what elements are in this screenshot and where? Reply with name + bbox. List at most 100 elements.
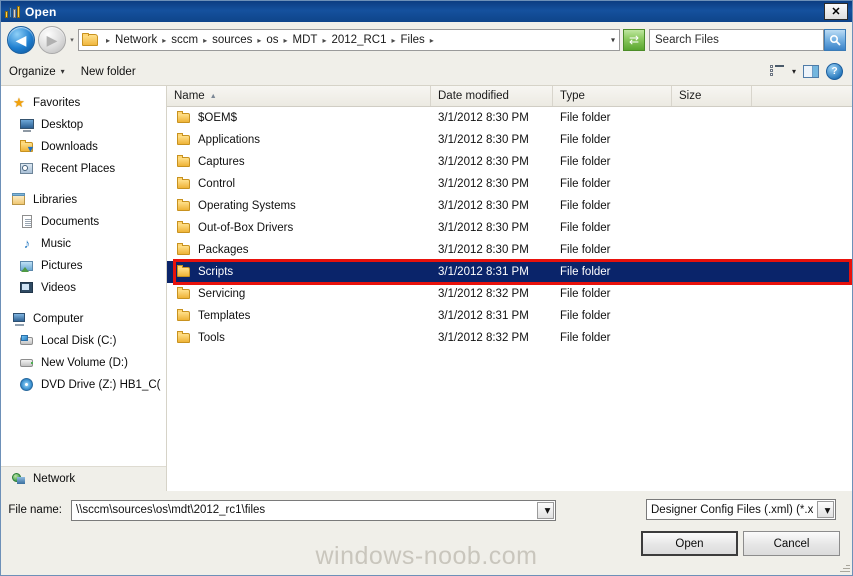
desktop-icon [19, 118, 35, 132]
forward-button[interactable]: ▶ [38, 26, 66, 54]
table-row[interactable]: Out-of-Box Drivers 3/1/2012 8:30 PM File f… [167, 217, 852, 239]
file-name-value: \\sccm\sources\os\mdt\2012_rc1\files [76, 504, 266, 516]
sidebar-item-downloads[interactable]: ▼ Downloads [1, 136, 166, 158]
cell-type: File folder [560, 222, 611, 234]
music-icon: ♪ [23, 236, 31, 251]
sidebar-item-recent-places[interactable]: Recent Places [1, 158, 166, 180]
breadcrumb-separator: ▸ [391, 35, 396, 45]
column-header-size[interactable]: Size [672, 86, 752, 106]
back-arrow-icon: ◀ [15, 32, 27, 48]
organize-button[interactable]: Organize ▾ [1, 66, 73, 78]
cell-name: Out-of-Box Drivers [167, 221, 431, 235]
cell-type: File folder [560, 310, 611, 322]
column-header-spacer [752, 86, 852, 106]
refresh-button[interactable]: ⇄ [623, 29, 645, 51]
breadcrumb-dropdown-icon[interactable]: ▾ [611, 36, 615, 45]
table-row[interactable]: Servicing 3/1/2012 8:32 PM File folder [167, 283, 852, 305]
view-list-icon[interactable] [769, 65, 785, 78]
file-type-dropdown-button[interactable]: ▾ [817, 501, 834, 518]
breadcrumb[interactable]: ▸ Network ▸ sccm ▸ sources ▸ os ▸ MDT ▸ … [78, 29, 620, 51]
breadcrumb-item-network[interactable]: Network [113, 34, 159, 46]
sidebar-network-section: Network [1, 466, 166, 491]
table-row[interactable]: Packages 3/1/2012 8:30 PM File folder [167, 239, 852, 261]
table-row[interactable]: Operating Systems 3/1/2012 8:30 PM File fo… [167, 195, 852, 217]
column-headers: Name ▲ Date modified Type Size [167, 86, 852, 107]
breadcrumb-item-sccm[interactable]: sccm [169, 34, 200, 46]
file-name-dropdown-button[interactable]: ▾ [537, 501, 554, 519]
help-icon[interactable]: ? [826, 63, 843, 80]
cell-type: File folder [560, 134, 611, 146]
cell-name: Servicing [167, 287, 431, 301]
back-button[interactable]: ◀ [7, 26, 35, 54]
file-rows: $OEM$ 3/1/2012 8:30 PM File folder Applicat… [167, 107, 852, 349]
file-name-text: $OEM$ [198, 112, 237, 124]
sidebar-label: Libraries [33, 194, 78, 206]
sidebar-item-pictures[interactable]: Pictures [1, 255, 166, 277]
folder-icon [176, 309, 192, 323]
table-row[interactable]: Templates 3/1/2012 8:31 PM File folder [167, 305, 852, 327]
breadcrumb-item-sources[interactable]: sources [210, 34, 254, 46]
cell-type: File folder [560, 288, 611, 300]
drive-icon [19, 356, 35, 370]
file-name-input[interactable]: \\sccm\sources\os\mdt\2012_rc1\files ▾ [71, 499, 556, 521]
column-label: Date modified [438, 90, 509, 102]
breadcrumb-separator: ▸ [106, 35, 111, 45]
sidebar-label: Pictures [41, 260, 83, 272]
downloads-icon: ▼ [19, 140, 35, 154]
breadcrumb-item-2012-rc1[interactable]: 2012_RC1 [329, 34, 388, 46]
table-row[interactable]: Scripts 3/1/2012 8:31 PM File folder [167, 261, 852, 283]
file-type-value: Designer Config Files (.xml) (*.x [651, 503, 814, 516]
sidebar-label: DVD Drive (Z:) HB1_C( [41, 379, 161, 391]
sidebar-group-favorites[interactable]: ★ Favorites [1, 92, 166, 114]
sidebar-label: Music [41, 238, 72, 250]
local-disk-icon [19, 334, 35, 348]
pictures-icon [19, 259, 35, 273]
cell-date-modified: 3/1/2012 8:30 PM [438, 244, 529, 256]
close-button[interactable]: ✕ [824, 3, 848, 20]
table-row[interactable]: Tools 3/1/2012 8:32 PM File folder [167, 327, 852, 349]
preview-pane-icon[interactable] [803, 65, 819, 78]
file-name-text: Servicing [198, 288, 246, 300]
chevron-down-icon: ▾ [60, 67, 65, 76]
sidebar-item-desktop[interactable]: Desktop [1, 114, 166, 136]
column-header-date-modified[interactable]: Date modified [431, 86, 553, 106]
history-dropdown-button[interactable]: ▾ [66, 36, 78, 44]
resize-grip[interactable] [838, 561, 850, 573]
column-header-type[interactable]: Type [553, 86, 672, 106]
breadcrumb-item-mdt[interactable]: MDT [291, 34, 320, 46]
search-placeholder: Search Files [655, 34, 719, 46]
folder-icon [176, 133, 192, 147]
view-chevron-down-icon[interactable]: ▾ [792, 67, 796, 76]
sidebar-group-computer[interactable]: Computer [1, 308, 166, 330]
sidebar-item-music[interactable]: ♪ Music [1, 233, 166, 255]
breadcrumb-item-os[interactable]: os [264, 34, 280, 46]
sidebar-group-libraries[interactable]: Libraries [1, 189, 166, 211]
table-row[interactable]: Control 3/1/2012 8:30 PM File folder [167, 173, 852, 195]
cell-type: File folder [560, 178, 611, 190]
sidebar-item-dvd-drive-z[interactable]: DVD Drive (Z:) HB1_C( [1, 374, 166, 396]
new-folder-button[interactable]: New folder [73, 66, 144, 78]
search-icon[interactable] [824, 29, 846, 51]
table-row[interactable]: Applications 3/1/2012 8:30 PM File folder [167, 129, 852, 151]
table-row[interactable]: Captures 3/1/2012 8:30 PM File folder [167, 151, 852, 173]
file-type-select[interactable]: Designer Config Files (.xml) (*.x ▾ [646, 499, 836, 520]
breadcrumb-item-files[interactable]: Files [398, 34, 426, 46]
table-row[interactable]: $OEM$ 3/1/2012 8:30 PM File folder [167, 107, 852, 129]
cell-name: Scripts [167, 265, 431, 279]
forward-arrow-icon: ▶ [46, 32, 58, 48]
file-name-text: Applications [198, 134, 261, 146]
cell-name: Templates [167, 309, 431, 323]
sidebar-label: Favorites [33, 97, 81, 109]
sidebar-item-local-disk-c[interactable]: Local Disk (C:) [1, 330, 166, 352]
sidebar-item-documents[interactable]: Documents [1, 211, 166, 233]
sidebar-item-network[interactable]: Network [1, 467, 166, 491]
folder-icon [176, 199, 192, 213]
column-label: Name [174, 90, 205, 102]
sidebar-item-videos[interactable]: Videos [1, 277, 166, 299]
sidebar-label: Recent Places [41, 163, 116, 175]
cell-type: File folder [560, 156, 611, 168]
search-input[interactable]: Search Files [649, 29, 824, 51]
dialog-footer: File name: \\sccm\sources\os\mdt\2012_rc… [1, 491, 852, 575]
sidebar-item-new-volume-d[interactable]: New Volume (D:) [1, 352, 166, 374]
column-header-name[interactable]: Name ▲ [167, 86, 431, 106]
